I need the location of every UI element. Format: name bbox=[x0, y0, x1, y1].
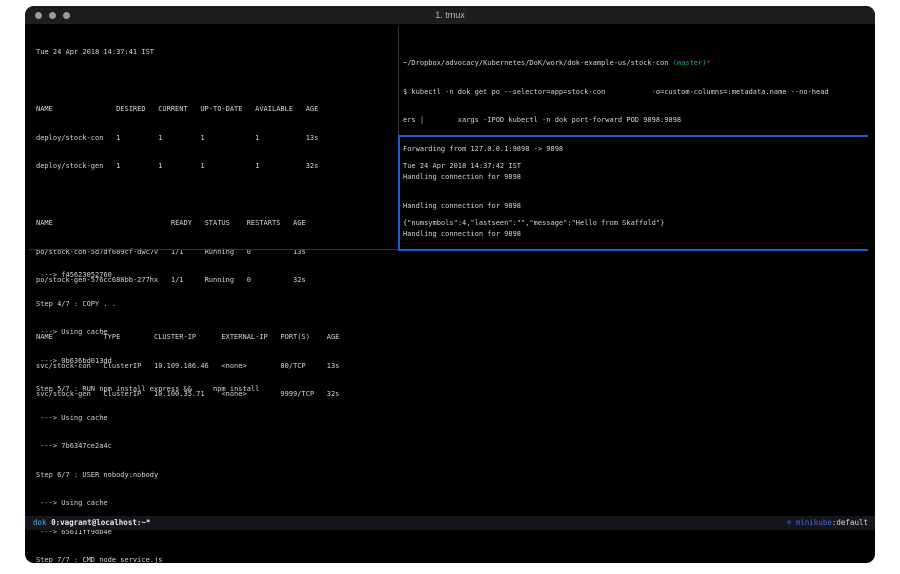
terminal-line: $ kubectl -n dok get po --selector=app=s… bbox=[403, 88, 868, 98]
session-name: dok bbox=[33, 518, 47, 527]
kube-namespace: :default bbox=[832, 518, 868, 527]
table-row: deploy/stock-gen111132s bbox=[36, 162, 396, 172]
active-pane-border-left[interactable] bbox=[398, 135, 400, 251]
json-response: {"numsymbols":4,"lastseen":"","message":… bbox=[403, 219, 868, 229]
build-line: Step 4/7 : COPY . . bbox=[36, 300, 868, 310]
column-header: UP-TO-DATE bbox=[200, 105, 255, 115]
column-header: NAME bbox=[36, 219, 171, 229]
column-header: READY bbox=[171, 219, 205, 229]
column-header: DESIRED bbox=[116, 105, 158, 115]
terminal-line: ers | xargs -IPOD kubectl -n dok port-fo… bbox=[403, 116, 868, 126]
shell-prompt-line: ~/Dropbox/advocacy/Kubernetes/DoK/work/d… bbox=[403, 59, 868, 69]
watch-timestamp: Tue 24 Apr 2018 14:37:41 IST bbox=[36, 48, 396, 58]
kube-context: minikube bbox=[796, 518, 832, 527]
build-line: ---> Using cache bbox=[36, 499, 868, 509]
terminal-window: 1. tmux Tue 24 Apr 2018 14:37:41 IST NAM… bbox=[25, 6, 875, 563]
column-header: CURRENT bbox=[158, 105, 200, 115]
status-left-segment: dok 0:vagrant@localhost:~* bbox=[33, 516, 150, 530]
active-pane-border-bottom[interactable] bbox=[398, 249, 868, 251]
tmux-status-bar: dok 0:vagrant@localhost:~* ☸ minikube:de… bbox=[25, 516, 875, 530]
column-header: STATUS bbox=[205, 219, 247, 229]
column-header: AGE bbox=[306, 105, 319, 115]
column-header: NAME bbox=[36, 105, 116, 115]
pods-header-row: NAMEREADYSTATUSRESTARTSAGE bbox=[36, 219, 396, 229]
deployments-header-row: NAMEDESIREDCURRENTUP-TO-DATEAVAILABLEAGE bbox=[36, 105, 396, 115]
current-window-label[interactable]: 0:vagrant@localhost:~* bbox=[51, 518, 150, 527]
build-line: Step 5/7 : RUN npm install express && np… bbox=[36, 385, 868, 395]
window-title: 1. tmux bbox=[25, 10, 875, 20]
pane-divider-vertical[interactable] bbox=[398, 26, 399, 135]
pane-curl-response[interactable]: Tue 24 Apr 2018 14:37:42 IST {"numsymbol… bbox=[403, 143, 868, 248]
status-right-segment: ☸ minikube:default bbox=[787, 516, 868, 530]
active-pane-border-top[interactable] bbox=[398, 135, 868, 137]
prompt-path: ~/Dropbox/advocacy/Kubernetes/DoK/work/d… bbox=[403, 59, 673, 67]
git-dirty-indicator: * bbox=[706, 59, 710, 67]
build-line: ---> 0b636bd013dd bbox=[36, 357, 868, 367]
git-branch: (master) bbox=[673, 59, 707, 67]
window-titlebar: 1. tmux bbox=[25, 6, 875, 25]
build-line: ---> f45623052760 bbox=[36, 271, 868, 281]
build-line: Step 6/7 : USER nobody:nobody bbox=[36, 471, 868, 481]
build-line: Step 7/7 : CMD node service.js bbox=[36, 556, 868, 563]
column-header: AGE bbox=[293, 219, 306, 229]
build-line: ---> Using cache bbox=[36, 328, 868, 338]
build-line: ---> Using cache bbox=[36, 414, 868, 424]
curl-timestamp: Tue 24 Apr 2018 14:37:42 IST bbox=[403, 162, 868, 172]
pane-divider-horizontal[interactable] bbox=[29, 249, 398, 250]
build-line: ---> 7b6347ce2a4c bbox=[36, 442, 868, 452]
table-row: deploy/stock-con111113s bbox=[36, 134, 396, 144]
column-header: AVAILABLE bbox=[255, 105, 306, 115]
column-header: RESTARTS bbox=[247, 219, 293, 229]
